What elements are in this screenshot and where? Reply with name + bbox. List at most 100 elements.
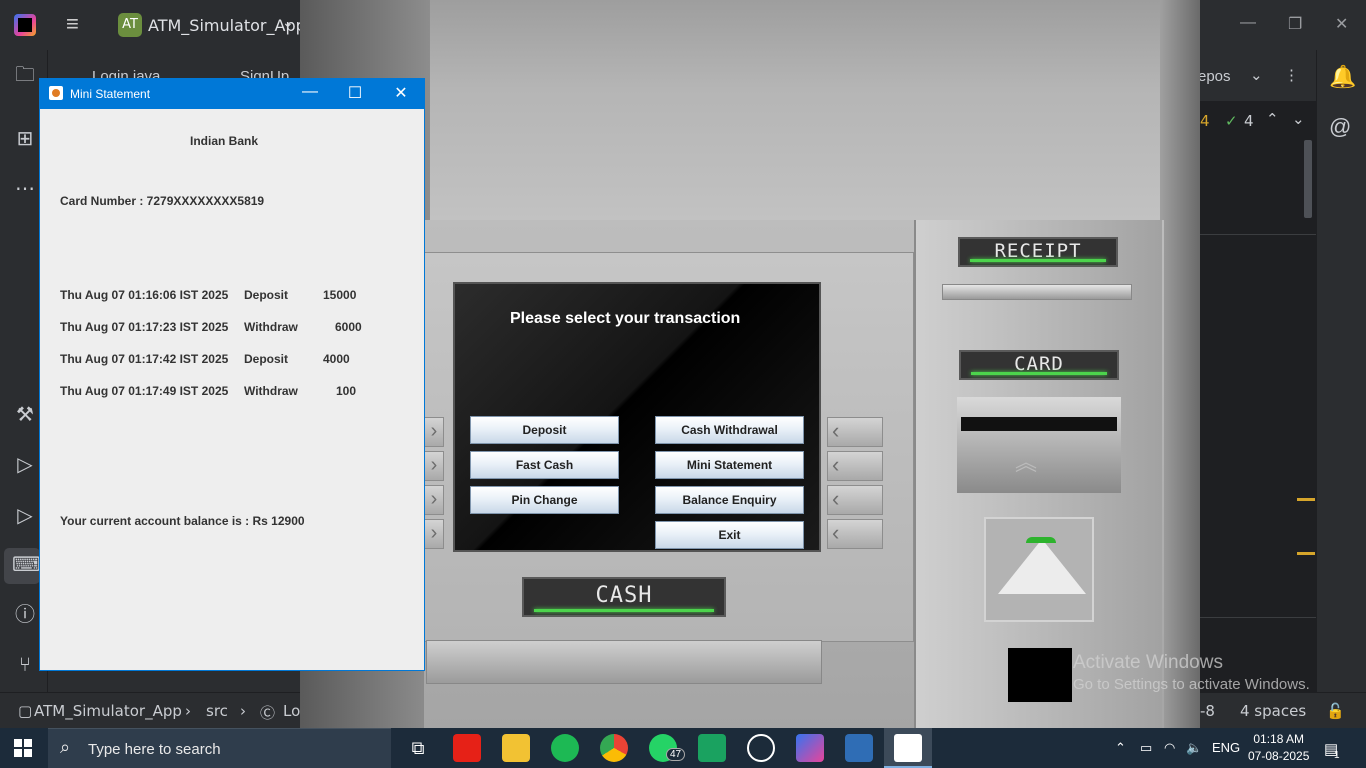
txn-date: Thu Aug 07 01:16:06 IST 2025 — [60, 288, 229, 302]
cash-withdrawal-button[interactable]: Cash Withdrawal — [655, 416, 804, 444]
side-key-right[interactable]: ‹ — [827, 485, 883, 515]
prev-highlight-icon[interactable]: ⌃ — [1266, 110, 1279, 128]
taskbar-search[interactable]: ⌕ Type here to search — [48, 728, 391, 768]
intellij-taskbar-icon[interactable] — [796, 734, 824, 762]
restore-icon[interactable]: ❐ — [1288, 14, 1302, 34]
structure-icon[interactable]: ⊞ — [12, 126, 38, 152]
problems-icon[interactable]: ⓘ — [12, 602, 38, 628]
java-app-taskbar-active[interactable] — [884, 728, 932, 768]
minimize-icon[interactable]: — — [295, 83, 325, 101]
breadcrumb-separator: › — [240, 702, 246, 720]
side-key-right[interactable]: ‹ — [827, 417, 883, 447]
txn-type: Deposit — [244, 288, 289, 302]
txn-amount: 4000 — [323, 352, 350, 366]
side-key-left[interactable]: › — [424, 451, 444, 481]
deposit-button[interactable]: Deposit — [470, 416, 619, 444]
spotify-icon[interactable] — [551, 734, 579, 762]
module-icon: ▢ — [18, 702, 33, 720]
warning-marker[interactable] — [1297, 498, 1315, 501]
txn-amount: 100 — [336, 384, 357, 398]
fast-cash-button[interactable]: Fast Cash — [470, 451, 619, 479]
clock[interactable]: 01:18 AM 07-08-2025 — [1248, 731, 1309, 765]
services-icon[interactable]: ▷ — [12, 452, 38, 478]
card-slot: ︽ — [957, 397, 1121, 493]
screen-title: Please select your transaction — [510, 310, 741, 327]
receipt-label: RECEIPT — [958, 237, 1118, 267]
git-icon[interactable]: ⑂ — [12, 652, 38, 678]
project-badge[interactable]: AT — [118, 13, 142, 37]
battery-icon[interactable]: ▭ — [1140, 740, 1152, 756]
build-icon[interactable]: ⚒ — [12, 402, 38, 428]
java-icon — [49, 86, 63, 100]
breadcrumb-project[interactable]: ATM_Simulator_App — [34, 702, 182, 720]
folder-icon[interactable]: 🗀 — [12, 62, 38, 88]
atm-hood — [300, 0, 1200, 222]
language-indicator[interactable]: ENG — [1212, 740, 1240, 755]
editor-scrollbar[interactable] — [1304, 140, 1312, 218]
tab-partial[interactable]: epos — [1198, 68, 1231, 85]
breadcrumb-separator: › — [185, 702, 191, 720]
ide-right-toolbar: 🔔 @ — [1316, 50, 1366, 692]
window-title: Mini Statement — [70, 87, 151, 101]
more-vertical-icon[interactable]: ⋮ — [1284, 66, 1299, 84]
warning-marker[interactable] — [1297, 552, 1315, 555]
activate-windows-watermark: Activate Windows Go to Settings to activ… — [1073, 652, 1310, 693]
watermark-line2: Go to Settings to activate Windows. — [1073, 676, 1310, 693]
terminal-icon[interactable]: ⌨ — [12, 552, 41, 578]
class-icon: Ⓒ — [260, 704, 276, 722]
clock-date: 07-08-2025 — [1248, 749, 1310, 763]
youtube-icon[interactable] — [453, 734, 481, 762]
next-highlight-icon[interactable]: ⌄ — [1292, 110, 1305, 128]
side-key-right[interactable]: ‹ — [827, 451, 883, 481]
chatgpt-icon[interactable] — [747, 734, 775, 762]
lock-icon[interactable]: 🔓 — [1326, 702, 1345, 720]
pin-change-button[interactable]: Pin Change — [470, 486, 619, 514]
txn-amount: 15000 — [323, 288, 357, 302]
side-key-left[interactable]: › — [424, 417, 444, 447]
wifi-icon[interactable]: ◠ — [1164, 740, 1175, 756]
chevron-up-icon: ︽ — [1015, 450, 1038, 475]
balance-enquiry-button[interactable]: Balance Enquiry — [655, 486, 804, 514]
maximize-icon[interactable]: ☐ — [340, 83, 370, 103]
chrome-icon[interactable] — [600, 734, 628, 762]
mini-statement-window: Mini Statement — ☐ ✕ Indian Bank Card Nu… — [39, 78, 425, 671]
breadcrumb-src[interactable]: src — [206, 702, 228, 720]
close-icon[interactable]: ✕ — [386, 83, 416, 103]
code-editor[interactable] — [1200, 102, 1316, 692]
tabs-dropdown-icon[interactable]: ⌄ — [1250, 66, 1263, 84]
minimize-icon[interactable]: — — [1240, 14, 1256, 32]
taskbar: ⌕ Type here to search ⧉ 47 ⌃ ▭ ◠ 🔈 ENG 0… — [0, 728, 1366, 768]
main-menu-icon[interactable]: ≡ — [66, 13, 90, 35]
notification-count: 1 — [1334, 750, 1340, 761]
exit-button[interactable]: Exit — [655, 521, 804, 549]
mini-statement-titlebar[interactable]: Mini Statement — ☐ ✕ — [40, 79, 424, 109]
side-key-left[interactable]: › — [424, 485, 444, 515]
breadcrumb-file[interactable]: Lo — [283, 702, 300, 720]
classroom-icon[interactable] — [698, 734, 726, 762]
windows-start-icon[interactable] — [14, 739, 32, 757]
side-key-left[interactable]: › — [424, 519, 444, 549]
volume-icon[interactable]: 🔈 — [1186, 740, 1202, 756]
bank-name: Indian Bank — [190, 134, 259, 148]
txn-type: Withdraw — [244, 320, 298, 334]
intellij-logo-icon — [14, 14, 36, 36]
ok-count[interactable]: 4 — [1244, 112, 1254, 130]
mini-statement-button[interactable]: Mini Statement — [655, 451, 804, 479]
more-icon[interactable]: ⋯ — [12, 176, 38, 202]
warning-count[interactable]: 4 — [1200, 112, 1210, 130]
ai-assistant-icon[interactable]: @ — [1329, 114, 1351, 140]
whatsapp-badge: 47 — [666, 748, 686, 761]
show-hidden-icons[interactable]: ⌃ — [1115, 740, 1126, 756]
task-view-icon[interactable]: ⧉ — [404, 734, 432, 762]
mysql-workbench-icon[interactable] — [845, 734, 873, 762]
close-icon[interactable]: ✕ — [1335, 14, 1348, 34]
encoding[interactable]: -8 — [1200, 702, 1215, 720]
chevron-down-icon[interactable]: ⌄ — [282, 14, 294, 31]
txn-date: Thu Aug 07 01:17:42 IST 2025 — [60, 352, 229, 366]
side-key-right[interactable]: ‹ — [827, 519, 883, 549]
file-explorer-icon[interactable] — [502, 734, 530, 762]
keypad-cover — [1008, 648, 1072, 702]
run-icon[interactable]: ▷ — [12, 503, 38, 529]
indent-setting[interactable]: 4 spaces — [1240, 702, 1306, 720]
notifications-icon[interactable]: 🔔 — [1329, 64, 1356, 90]
